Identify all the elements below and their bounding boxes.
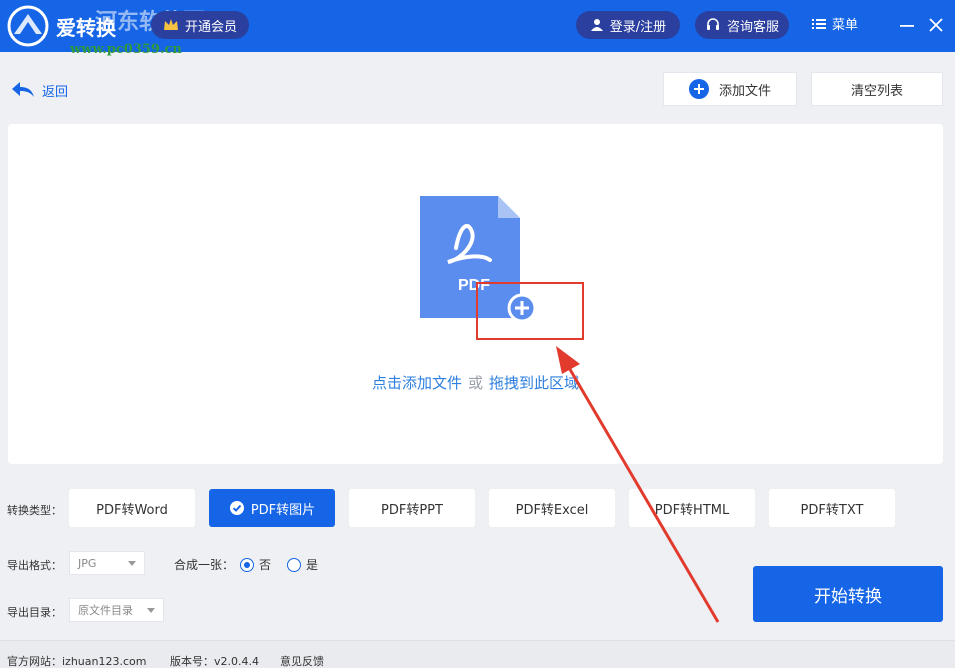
login-button-label: 登录/注册 xyxy=(609,19,667,35)
feedback-link[interactable]: 意见反馈 xyxy=(280,653,324,668)
type-label: PDF转图片 xyxy=(250,502,316,518)
start-convert-button[interactable]: 开始转换 xyxy=(753,566,943,622)
crown-icon xyxy=(163,19,178,30)
official-site-link[interactable]: 官方网站：izhuan123.com xyxy=(7,653,146,668)
merge-yes-radio[interactable]: 是 xyxy=(287,556,318,573)
export-dir-value: 原文件目录 xyxy=(78,604,133,617)
watermark-url: www.pc0359.cn xyxy=(70,42,182,57)
menu-label: 菜单 xyxy=(832,18,859,33)
chevron-down-icon xyxy=(128,561,136,566)
headset-icon xyxy=(706,18,719,30)
export-dir-select[interactable]: 原文件目录 xyxy=(69,598,164,622)
back-label: 返回 xyxy=(42,84,69,100)
merge-yes-label: 是 xyxy=(306,558,319,572)
merge-label: 合成一张： xyxy=(174,558,235,572)
type-pdf-to-image[interactable]: PDF转图片 xyxy=(209,489,335,527)
drop-hint: 点击添加文件或拖拽到此区域 xyxy=(8,372,943,393)
menu-button[interactable]: 菜单 xyxy=(812,14,858,33)
menu-icon xyxy=(812,18,826,29)
type-label: PDF转PPT xyxy=(381,502,443,518)
merge-no-label: 否 xyxy=(259,558,272,572)
version-text: 版本号：v2.0.4.4 xyxy=(170,655,259,668)
minimize-icon xyxy=(900,25,914,27)
add-file-label: 添加文件 xyxy=(718,83,771,99)
close-icon xyxy=(929,18,943,32)
minimize-button[interactable] xyxy=(893,10,921,40)
add-file-button[interactable]: 添加文件 xyxy=(663,72,797,106)
merge-no-radio[interactable]: 否 xyxy=(240,556,271,573)
annotation-highlight-box xyxy=(476,282,584,340)
type-label: PDF转Word xyxy=(96,502,168,518)
chevron-down-icon xyxy=(147,608,155,613)
customer-service-label: 咨询客服 xyxy=(726,19,779,35)
clear-list-label: 清空列表 xyxy=(850,83,903,99)
export-format-label: 导出格式： xyxy=(7,559,62,572)
app-logo-icon xyxy=(7,5,49,47)
close-button[interactable] xyxy=(922,10,950,40)
radio-unselected-icon xyxy=(287,557,301,572)
radio-selected-icon xyxy=(240,557,254,572)
status-bar: 官方网站：izhuan123.com 版本号：v2.0.4.4 意见反馈 xyxy=(0,640,955,668)
type-pdf-to-txt[interactable]: PDF转TXT xyxy=(769,489,895,527)
conversion-type-label: 转换类型： xyxy=(7,504,62,517)
export-dir-label: 导出目录： xyxy=(7,606,62,619)
click-add-file-link[interactable]: 点击添加文件 xyxy=(372,374,462,392)
start-convert-label: 开始转换 xyxy=(814,586,882,607)
login-button[interactable]: 登录/注册 xyxy=(576,11,680,39)
title-bar: 爱转换 河东软件园 www.pc0359.cn 开通会员 登录/注册 咨询客服 … xyxy=(0,0,955,57)
plus-circle-icon xyxy=(688,79,709,99)
check-circle-icon xyxy=(229,501,244,515)
file-drop-zone[interactable]: PDF 点击添加文件或拖拽到此区域 xyxy=(8,124,943,464)
back-button[interactable]: 返回 xyxy=(10,80,68,100)
customer-service-button[interactable]: 咨询客服 xyxy=(695,11,789,39)
vip-button-label: 开通会员 xyxy=(184,19,237,35)
or-text: 或 xyxy=(467,374,483,392)
vip-button[interactable]: 开通会员 xyxy=(151,11,249,39)
back-arrow-icon xyxy=(12,82,34,97)
annotation-arrow-icon xyxy=(556,346,720,623)
type-pdf-to-word[interactable]: PDF转Word xyxy=(69,489,195,527)
type-pdf-to-ppt[interactable]: PDF转PPT xyxy=(349,489,475,527)
export-format-select[interactable]: JPG xyxy=(69,551,145,575)
user-icon xyxy=(590,19,603,31)
export-format-value: JPG xyxy=(78,556,97,570)
clear-list-button[interactable]: 清空列表 xyxy=(811,72,943,106)
type-label: PDF转TXT xyxy=(800,502,864,518)
